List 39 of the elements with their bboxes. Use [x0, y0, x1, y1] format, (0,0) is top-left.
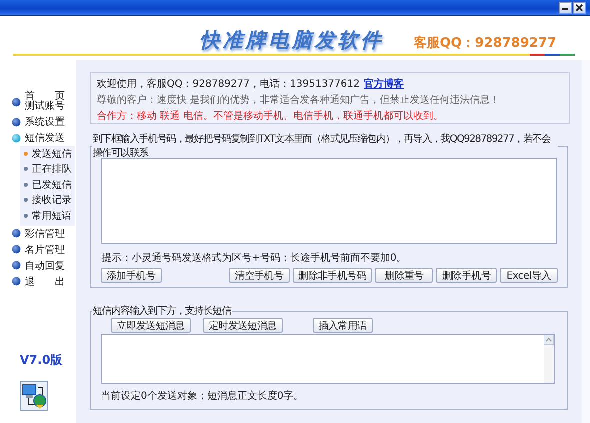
phone-number-input[interactable] [101, 158, 557, 244]
message-group-legend: 短信内容输入到下方，支持长短信 [92, 304, 232, 318]
menu-item[interactable]: 测试账号 [25, 102, 65, 112]
welcome-text: 欢迎使用，客服QQ：928789277，电话：13951377612 [97, 79, 360, 90]
official-blog-link[interactable]: 官方博客 [364, 79, 404, 90]
submenu-item[interactable]: 已发短信 [32, 178, 72, 192]
number-group-legend: 到下框输入手机号码，最好把号码复制到TXT文本里面（格式见压缩包内），再导入，我QQ928789277，若不会操作可以联系 [92, 132, 558, 160]
close-icon[interactable] [573, 2, 586, 14]
action-button[interactable]: 插入常用语 [312, 318, 374, 333]
submenu-item[interactable]: 常用短语 [32, 208, 72, 223]
message-input[interactable] [101, 334, 555, 384]
network-computer-icon [20, 380, 48, 410]
menu-item[interactable]: 短信发送 [25, 131, 65, 145]
service-qq-label: 客服QQ：928789277 [414, 34, 557, 52]
submenu-item[interactable]: 正在排队 [32, 162, 72, 176]
scrollbar-icon[interactable] [544, 335, 554, 383]
customer-notice-text: 尊敬的客户：速度快 是我们的优势，非常适合发各种通知广告，但禁止发送任何违法信息！ [97, 94, 502, 107]
hint-text: 提示：小灵通号码发送格式为区号+号码；长途手机号前面不要加0。 [102, 252, 408, 265]
partner-notice-text: 合作方：移动 联通 电信。不管是移动手机、电信手机，联通手机都可以收到。 [97, 110, 444, 123]
status-text: 当前设定0个发送对象；短消息正文长度0字。 [101, 390, 305, 403]
action-button[interactable]: 删除手机号 [436, 268, 497, 283]
menu-item[interactable]: 彩信管理 [25, 226, 65, 240]
action-button[interactable]: 添加手机号 [101, 268, 162, 283]
menu-item[interactable]: 名片管理 [25, 242, 65, 256]
version-label: V7.0版 [20, 352, 64, 368]
action-button[interactable]: 定时发送短消息 [202, 318, 283, 333]
menu-item[interactable]: 首 页 [25, 92, 65, 102]
submenu-item[interactable]: 发送短信 [32, 146, 72, 161]
action-button[interactable]: 立即发送短消息 [111, 318, 191, 333]
minimize-icon[interactable] [559, 2, 572, 14]
app-logo-title: 快准牌电脑发软件 [200, 27, 384, 54]
menu-item[interactable]: 退 出 [25, 274, 65, 288]
submenu-item[interactable]: 接收记录 [32, 193, 72, 208]
action-button[interactable]: 删除非手机号码 [292, 268, 372, 283]
menu-item[interactable]: 系统设置 [25, 115, 65, 129]
action-button[interactable]: 清空手机号 [229, 268, 290, 283]
menu-item[interactable]: 自动回复 [25, 258, 65, 272]
action-button[interactable]: 删除重号 [375, 268, 434, 283]
action-button[interactable]: Excel导入 [500, 268, 558, 283]
